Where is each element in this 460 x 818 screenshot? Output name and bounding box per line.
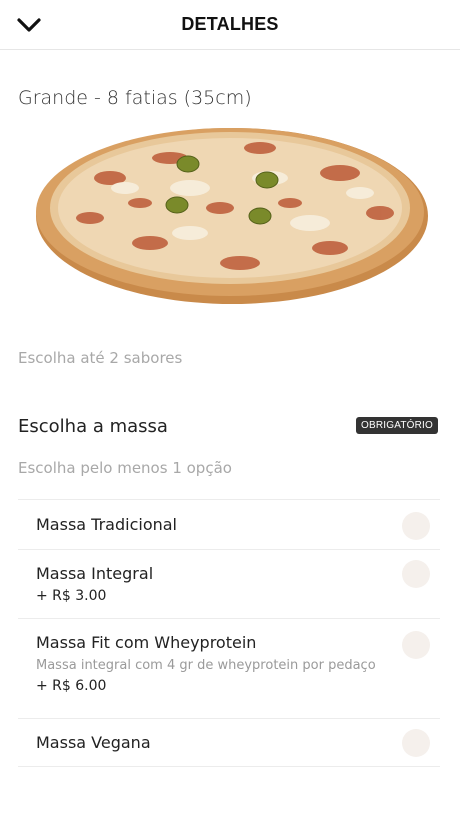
option-description: Massa integral com 4 gr de wheyprotein p… <box>36 658 376 673</box>
option-massa-vegana[interactable]: Massa Vegana <box>18 719 440 767</box>
size-title: Grande - 8 fatias (35cm) <box>18 87 252 109</box>
option-price: + R$ 6.00 <box>36 678 107 694</box>
option-massa-integral[interactable]: Massa Integral + R$ 3.00 <box>18 550 440 619</box>
pizza-image <box>36 128 428 304</box>
option-massa-fit[interactable]: Massa Fit com Wheyprotein Massa integral… <box>18 619 440 719</box>
option-name: Massa Fit com Wheyprotein <box>36 633 257 652</box>
required-badge: OBRIGATÓRIO <box>355 417 438 434</box>
dough-section-subtitle: Escolha pelo menos 1 opção <box>18 459 232 477</box>
page-title: DETALHES <box>181 14 279 34</box>
option-radio[interactable] <box>402 512 430 540</box>
flavors-hint: Escolha até 2 sabores <box>18 349 183 367</box>
option-price: + R$ 3.00 <box>36 588 107 604</box>
option-name: Massa Integral <box>36 564 154 583</box>
option-massa-tradicional[interactable]: Massa Tradicional <box>18 500 440 550</box>
option-radio[interactable] <box>402 560 430 588</box>
option-name: Massa Vegana <box>36 733 151 752</box>
dough-options-list: Massa Tradicional Massa Integral + R$ 3.… <box>18 499 440 767</box>
option-radio[interactable] <box>402 729 430 757</box>
header: DETALHES <box>0 0 460 50</box>
option-radio[interactable] <box>402 631 430 659</box>
option-name: Massa Tradicional <box>36 515 177 534</box>
dough-section-title: Escolha a massa <box>18 416 168 437</box>
